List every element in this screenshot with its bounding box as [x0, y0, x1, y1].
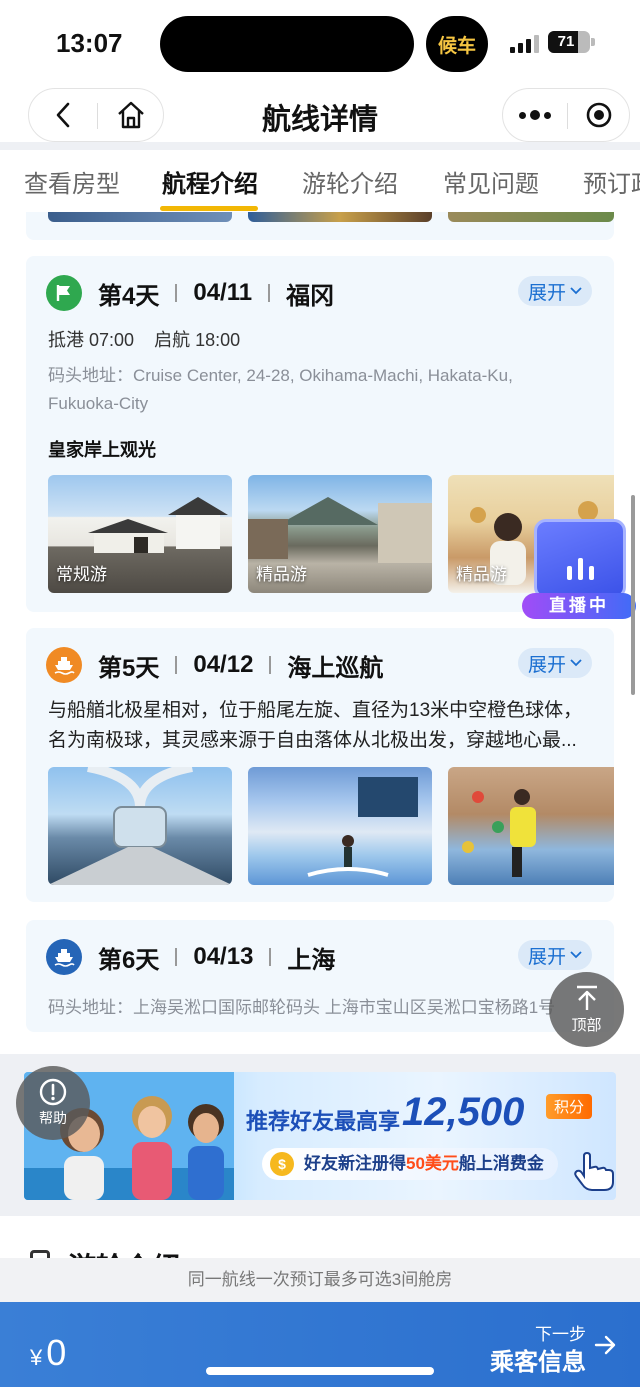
day-date: 04/12 — [193, 651, 254, 678]
more-options-button[interactable] — [503, 89, 567, 141]
tab-itinerary[interactable]: 航程介绍 — [162, 164, 258, 199]
status-bar: 13:07 候车 71 — [0, 0, 640, 88]
tour-type-tag: 精品游 — [256, 565, 307, 584]
itinerary-content: 第4天 04/11 福冈 展开 抵港 07:00 启航 18:00 码头地址：C… — [0, 212, 640, 1054]
flag-icon — [46, 275, 82, 311]
day-card-6: 第6天 04/13 上海 展开 码头地址：上海吴淞口国际邮轮码头 上海市宝山区吴… — [26, 920, 614, 1032]
live-label: 直播中 — [522, 593, 636, 619]
back-to-top-label: 顶部 — [571, 1017, 602, 1034]
ship-icon — [46, 647, 82, 683]
home-indicator — [206, 1367, 434, 1375]
help-button[interactable]: 帮助 — [16, 1066, 90, 1140]
chevron-down-icon — [570, 659, 582, 667]
port-times: 抵港 07:00 启航 18:00 — [48, 330, 241, 350]
price-currency: ¥ — [30, 1345, 43, 1370]
booking-limit-notice: 同一航线一次预订最多可选3间舱房 — [0, 1258, 640, 1302]
referral-promo-banner[interactable]: 推荐好友最高享 12,500 积分 $ 好友新注册得50美元船上消费金 — [24, 1072, 616, 1200]
status-time: 13:07 — [56, 28, 123, 58]
day-card-5: 第5天 04/12 海上巡航 展开 与船艏北极星相对，位于船尾左旋、直径为13米… — [26, 628, 614, 902]
target-close-icon — [586, 102, 612, 128]
live-stream-badge[interactable]: 直播中 — [522, 519, 636, 619]
day-number: 第5天 — [98, 654, 160, 682]
tour-type-tag: 精品游 — [456, 565, 507, 584]
day-port: 海上巡航 — [287, 654, 384, 682]
banner-area: 推荐好友最高享 12,500 积分 $ 好友新注册得50美元船上消费金 — [0, 1056, 640, 1216]
expand-button[interactable]: 展开 — [517, 276, 592, 306]
more-dots-icon — [519, 111, 526, 119]
coin-icon: $ — [270, 1152, 294, 1176]
day-header: 第6天 04/13 上海 — [46, 938, 335, 976]
activity-photo[interactable] — [248, 767, 432, 885]
expand-button[interactable]: 展开 — [517, 940, 592, 970]
day-date: 04/11 — [193, 279, 253, 306]
active-tab-indicator — [160, 206, 258, 211]
day-number: 第4天 — [98, 282, 160, 310]
banner-points-amount: 12,500 — [402, 1090, 525, 1134]
excursion-photo[interactable]: 常规游 — [48, 475, 232, 593]
chevron-down-icon — [570, 287, 582, 295]
battery-icon: 71 — [548, 31, 590, 53]
arrow-up-icon — [576, 985, 597, 1010]
scrollbar-thumb[interactable] — [631, 495, 635, 695]
day-description: 与船艏北极星相对，位于船尾左旋、直径为13米中空橙色球体，名为南极球，其灵感来源… — [48, 700, 583, 751]
banner-points-label: 积分 — [546, 1094, 593, 1119]
day-number: 第6天 — [98, 946, 160, 974]
banner-headline: 推荐好友最高享 — [246, 1109, 401, 1134]
dynamic-island — [160, 16, 414, 72]
alert-circle-icon — [39, 1078, 67, 1106]
tab-booking-policy[interactable]: 预订政 — [583, 164, 640, 199]
day-header: 第4天 04/11 福冈 — [46, 274, 334, 312]
banner-subline: $ 好友新注册得50美元船上消费金 — [262, 1148, 558, 1180]
nav-capsule-right — [502, 88, 630, 142]
signal-icon — [510, 33, 540, 53]
chevron-down-icon — [570, 951, 582, 959]
next-step-main: 乘客信息 — [490, 1349, 586, 1376]
pier-address: 码头地址：上海吴淞口国际邮轮码头 上海市宝山区吴淞口宝杨路1号 — [48, 998, 556, 1017]
expand-button[interactable]: 展开 — [517, 648, 592, 678]
total-price: ¥0 — [30, 1332, 66, 1374]
ship-icon — [46, 939, 82, 975]
tab-faq[interactable]: 常见问题 — [443, 164, 539, 199]
tab-bar: 查看房型 航程介绍 游轮介绍 常见问题 预订政 — [0, 150, 640, 212]
day-card-previous — [26, 212, 614, 240]
day-port: 福冈 — [286, 282, 335, 310]
pier-address: 码头地址：Cruise Center, 24-28, Okihama-Machi… — [48, 366, 513, 413]
day-port: 上海 — [287, 946, 336, 974]
live-bars-icon — [534, 519, 626, 599]
carpool-indicator[interactable]: 候车 — [426, 16, 488, 72]
nav-bar: 航线详情 — [0, 88, 640, 142]
price-value: 0 — [46, 1332, 67, 1373]
back-to-top-button[interactable]: 顶部 — [549, 972, 624, 1047]
day-header: 第5天 04/12 海上巡航 — [46, 646, 383, 684]
shore-excursion-title: 皇家岸上观光 — [48, 440, 156, 460]
tab-ship-intro[interactable]: 游轮介绍 — [302, 164, 398, 199]
next-step-button[interactable]: 下一步 乘客信息 — [486, 1316, 626, 1376]
tap-hand-icon — [574, 1152, 614, 1191]
close-miniprogram-button[interactable] — [567, 89, 631, 141]
battery-level: 71 — [557, 33, 575, 50]
activity-photo[interactable] — [48, 767, 232, 885]
tab-room-types[interactable]: 查看房型 — [24, 164, 120, 199]
arrow-right-icon — [594, 1335, 616, 1355]
excursion-photo[interactable]: 精品游 — [248, 475, 432, 593]
day-date: 04/13 — [193, 943, 254, 970]
tour-type-tag: 常规游 — [56, 565, 107, 584]
help-label: 帮助 — [39, 1110, 67, 1126]
activity-photo[interactable] — [448, 767, 614, 885]
